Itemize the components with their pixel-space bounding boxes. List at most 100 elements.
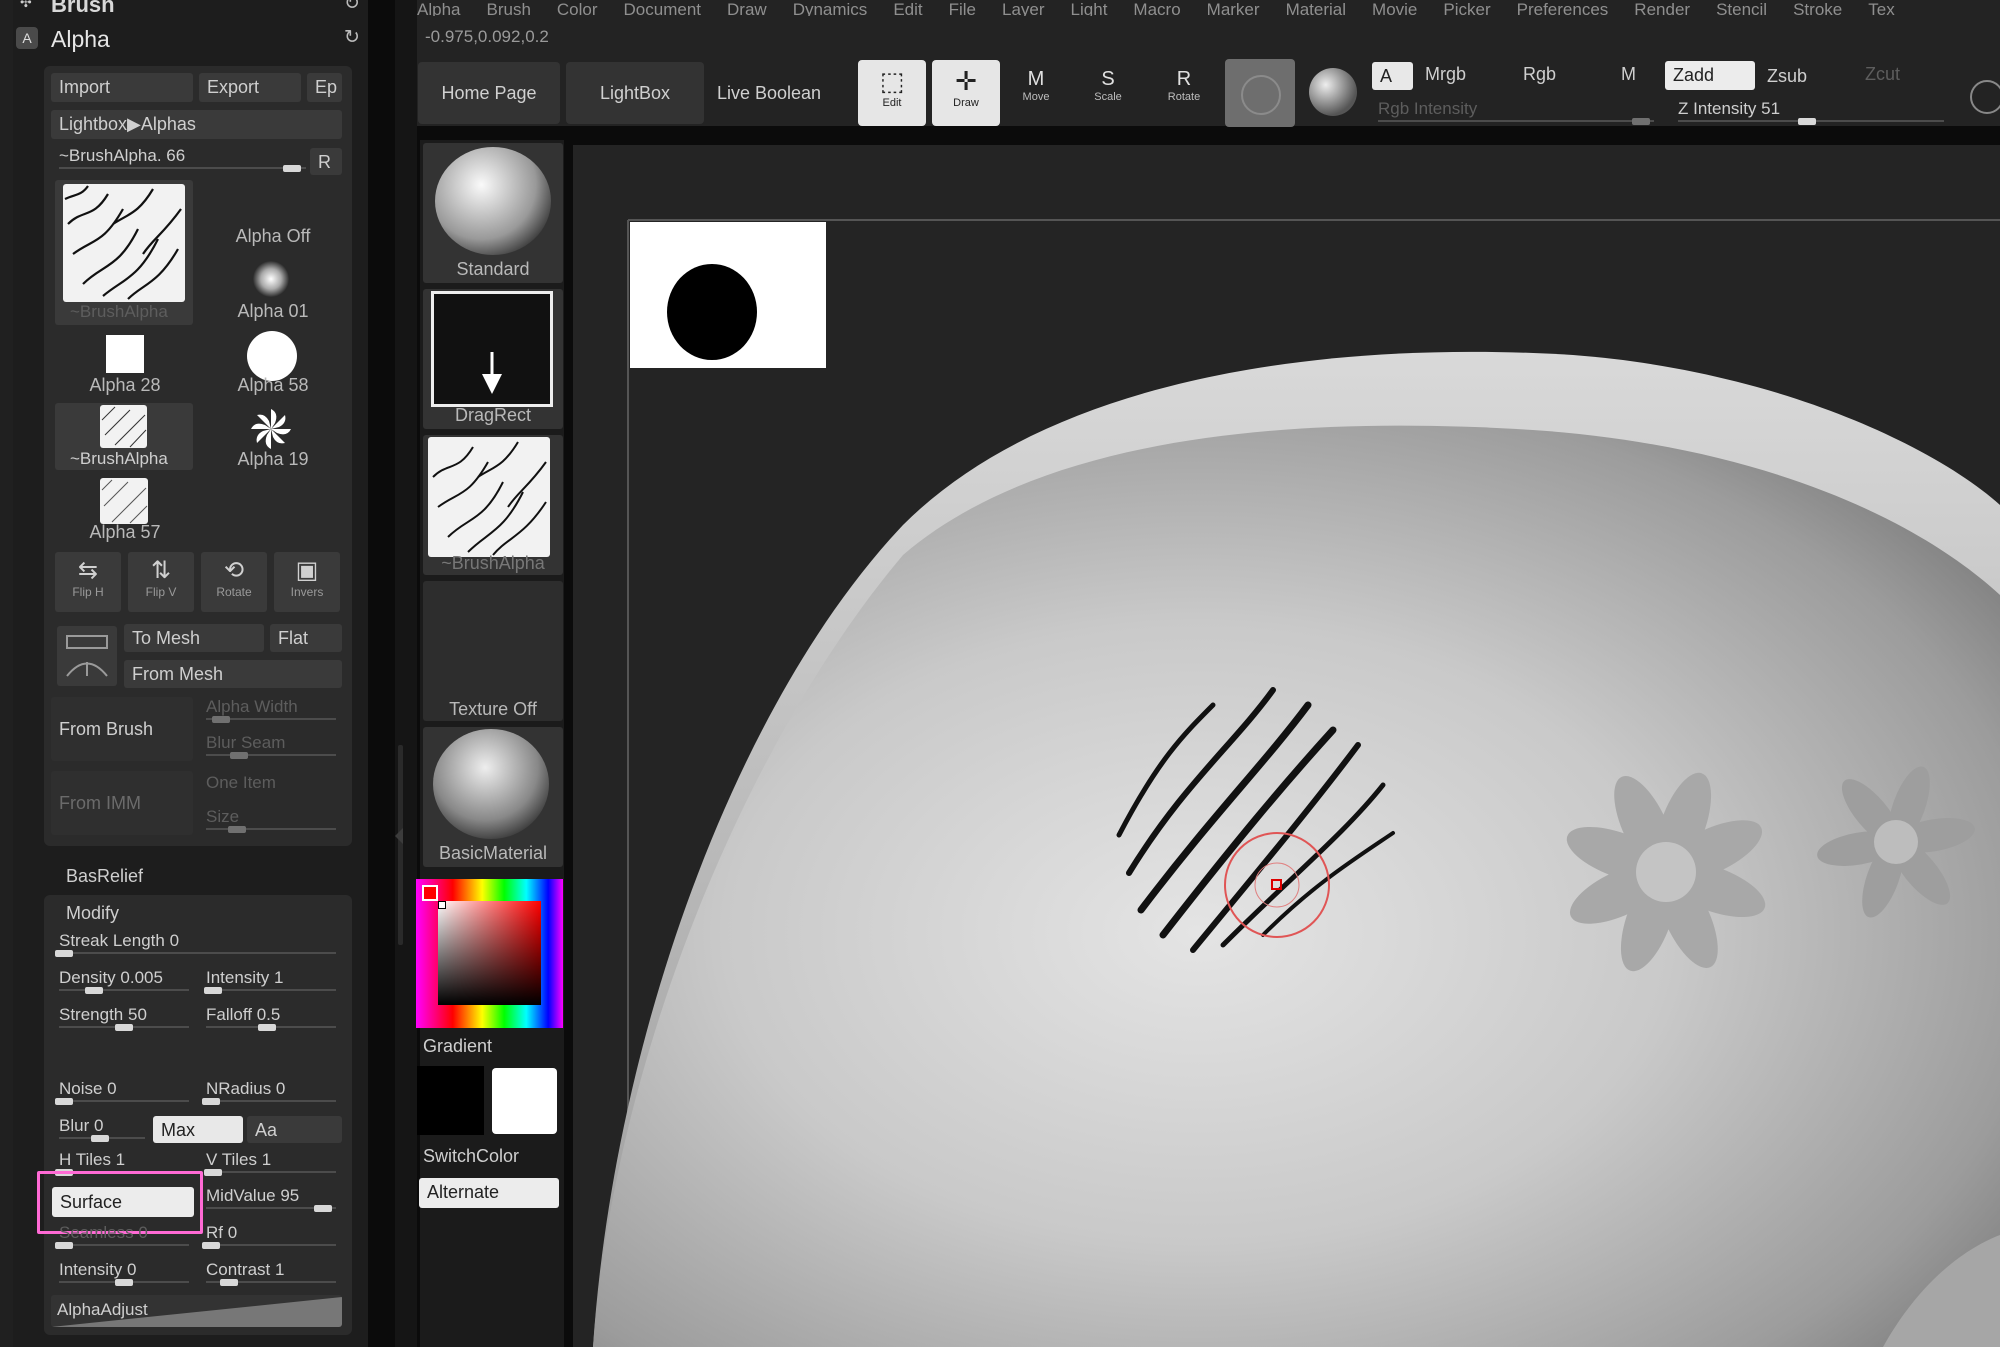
menu-item-dynamics[interactable]: Dynamics xyxy=(793,0,868,16)
menu-item-color[interactable]: Color xyxy=(557,0,598,16)
z-intensity-slider[interactable]: Z Intensity 51 xyxy=(1670,98,1950,128)
menu-item-alpha[interactable]: Alpha xyxy=(417,0,460,16)
gradient-label[interactable]: Gradient xyxy=(423,1036,492,1057)
rgb-button[interactable]: Rgb xyxy=(1523,64,1556,85)
ep-button[interactable]: Ep xyxy=(307,73,342,102)
strength-slider[interactable]: Strength 50 xyxy=(51,1004,195,1034)
blur-seam-slider[interactable]: Blur Seam xyxy=(198,732,342,762)
brushalpha-tile[interactable]: ~BrushAlpha xyxy=(55,403,193,470)
toolbar-overflow-icon[interactable] xyxy=(1970,80,2000,114)
from-brush-button[interactable]: From Brush xyxy=(51,697,193,761)
basic-material-tile[interactable]: BasicMaterial xyxy=(423,727,563,867)
switchcolor-button[interactable]: SwitchColor xyxy=(423,1146,519,1167)
move-button[interactable]: M Move xyxy=(1008,64,1064,124)
midvalue-slider[interactable]: MidValue 95 xyxy=(198,1185,342,1215)
flat-button[interactable]: Flat xyxy=(270,624,342,652)
menu-item-stencil[interactable]: Stencil xyxy=(1716,0,1767,16)
material-sphere-button[interactable] xyxy=(1225,59,1295,127)
brushalpha-shelf-tile[interactable]: ~BrushAlpha xyxy=(423,435,563,575)
import-button[interactable]: Import xyxy=(51,73,193,102)
nradius-slider[interactable]: NRadius 0 xyxy=(198,1078,342,1108)
lightbox-button[interactable]: LightBox xyxy=(566,62,704,124)
blur-slider[interactable]: Blur 0 xyxy=(51,1115,151,1145)
from-mesh-button[interactable]: From Mesh xyxy=(124,660,342,688)
canvas-viewport[interactable] xyxy=(573,145,2000,1347)
mesh-alpha-icon[interactable] xyxy=(57,626,117,686)
alpha-off-label[interactable]: Alpha Off xyxy=(203,226,343,247)
alpha-19-swirl-icon[interactable] xyxy=(249,407,293,451)
color-picker[interactable] xyxy=(416,879,563,1028)
rotate-button[interactable]: ⟲ Rotate xyxy=(201,552,267,612)
surface-button[interactable]: Surface xyxy=(52,1187,194,1217)
zsub-button[interactable]: Zsub xyxy=(1767,66,1807,87)
edit-button[interactable]: ⬚ Edit xyxy=(858,60,926,126)
zcut-button[interactable]: Zcut xyxy=(1865,64,1900,85)
menu-item-light[interactable]: Light xyxy=(1071,0,1108,16)
alpha-width-slider[interactable]: Alpha Width xyxy=(198,696,342,726)
secondary-color-swatch[interactable] xyxy=(492,1068,557,1134)
menu-item-render[interactable]: Render xyxy=(1634,0,1690,16)
menu-item-stroke[interactable]: Stroke xyxy=(1793,0,1842,16)
alpha-01-thumbnail[interactable] xyxy=(253,261,289,297)
rf-slider[interactable]: Rf 0 xyxy=(198,1222,342,1252)
brush-palette-header[interactable]: Brush xyxy=(51,0,115,18)
scale-button[interactable]: S Scale xyxy=(1080,64,1136,124)
draw-button[interactable]: ✛ Draw xyxy=(932,60,1000,126)
standard-brush-tile[interactable]: Standard xyxy=(423,143,563,283)
rgb-intensity-slider[interactable]: Rgb Intensity xyxy=(1370,98,1660,128)
contrast-slider[interactable]: Contrast 1 xyxy=(198,1259,342,1289)
flip-v-button[interactable]: ⇅ Flip V xyxy=(128,552,194,612)
collapse-arrow-icon[interactable] xyxy=(395,828,403,844)
menu-item-document[interactable]: Document xyxy=(624,0,701,16)
panel-scrollbar[interactable] xyxy=(398,745,403,945)
menu-item-movie[interactable]: Movie xyxy=(1372,0,1417,16)
menu-item-layer[interactable]: Layer xyxy=(1002,0,1045,16)
live-boolean-button[interactable]: Live Boolean xyxy=(706,62,832,124)
alpha-58-thumbnail[interactable] xyxy=(247,331,297,381)
density-slider[interactable]: Density 0.005 xyxy=(51,967,195,997)
modify-header[interactable]: Modify xyxy=(66,903,119,924)
invers-button[interactable]: ▣ Invers xyxy=(274,552,340,612)
menu-item-tex[interactable]: Tex xyxy=(1868,0,1894,16)
from-imm-button[interactable]: From IMM xyxy=(51,771,193,835)
to-mesh-button[interactable]: To Mesh xyxy=(124,624,264,652)
alpha-57-thumbnail[interactable] xyxy=(100,478,148,524)
export-button[interactable]: Export xyxy=(199,73,301,102)
texture-off-tile[interactable]: Texture Off xyxy=(423,581,563,721)
primary-color-swatch[interactable] xyxy=(417,1066,484,1135)
alpha-28-thumbnail[interactable] xyxy=(106,335,144,373)
brush-refresh-icon[interactable]: ↻ xyxy=(344,0,360,15)
flip-h-button[interactable]: ⇆ Flip H xyxy=(55,552,121,612)
menu-item-edit[interactable]: Edit xyxy=(893,0,922,16)
noise-slider[interactable]: Noise 0 xyxy=(51,1078,195,1108)
menu-item-brush[interactable]: Brush xyxy=(486,0,530,16)
a-button[interactable]: A xyxy=(1372,62,1413,90)
r-button[interactable]: R xyxy=(310,148,342,175)
size-slider[interactable]: Size xyxy=(198,806,342,836)
falloff-slider[interactable]: Falloff 0.5 xyxy=(198,1004,342,1034)
brushalpha-slider[interactable]: ~BrushAlpha. 66 xyxy=(51,145,312,175)
basrelief-header[interactable]: BasRelief xyxy=(66,866,143,887)
mrgb-button[interactable]: Mrgb xyxy=(1425,64,1466,85)
menu-item-material[interactable]: Material xyxy=(1286,0,1346,16)
menu-item-file[interactable]: File xyxy=(949,0,976,16)
intensity-slider[interactable]: Intensity 1 xyxy=(198,967,342,997)
streak-length-slider[interactable]: Streak Length 0 xyxy=(51,930,342,960)
seamless-slider[interactable]: Seamless 0 xyxy=(51,1222,195,1252)
menu-item-picker[interactable]: Picker xyxy=(1443,0,1490,16)
aa-button[interactable]: Aa xyxy=(247,1116,342,1143)
vtiles-slider[interactable]: V Tiles 1 xyxy=(198,1149,342,1179)
alpha-palette-header[interactable]: Alpha xyxy=(51,26,110,53)
main-color-swatch[interactable] xyxy=(422,885,438,901)
zadd-button[interactable]: Zadd xyxy=(1665,61,1755,90)
color-saturation-square[interactable] xyxy=(438,901,541,1005)
current-alpha-tile[interactable]: ~BrushAlpha xyxy=(55,180,193,325)
alphaadjust-curve[interactable]: AlphaAdjust xyxy=(51,1295,342,1327)
home-page-button[interactable]: Home Page xyxy=(418,62,560,124)
alternate-button[interactable]: Alternate xyxy=(419,1178,559,1208)
intensity2-slider[interactable]: Intensity 0 xyxy=(51,1259,195,1289)
menu-item-preferences[interactable]: Preferences xyxy=(1517,0,1609,16)
rotate-button[interactable]: R Rotate xyxy=(1156,64,1212,124)
one-item-slider[interactable]: One Item xyxy=(198,772,342,802)
alpha-refresh-icon[interactable]: ↻ xyxy=(344,26,360,49)
